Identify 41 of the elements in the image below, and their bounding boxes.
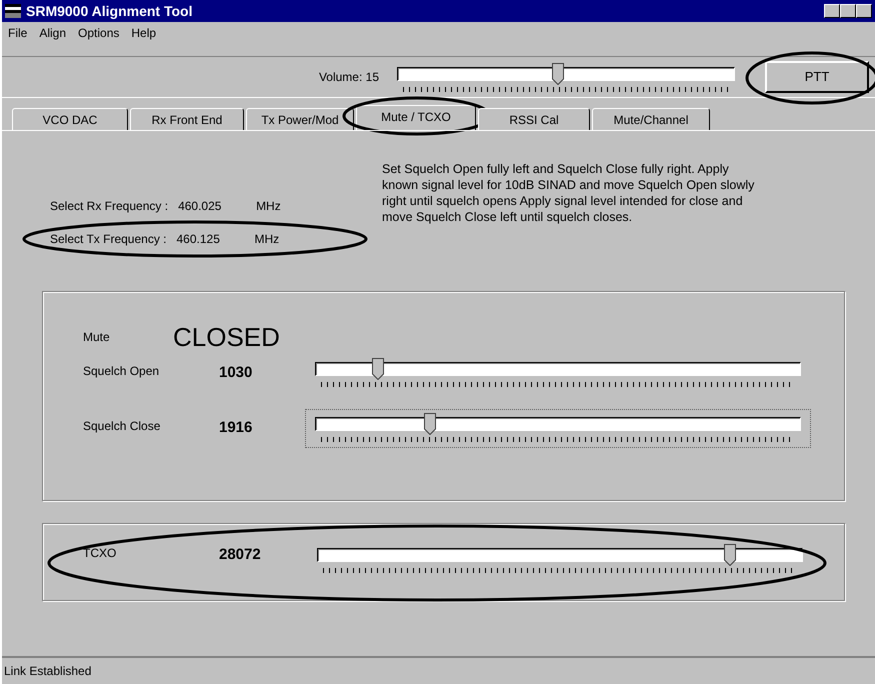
menu-item[interactable]: Help xyxy=(131,24,156,42)
slider-thumb[interactable] xyxy=(424,413,436,435)
instructions-text: Set Squelch Open fully left and Squelch Close fully right. Apply known signal level for 10dB SINAD and move Squelch Open slowly right until squelch opens Apply signal level intended for close and move Squelch Close left until squelch closes. xyxy=(382,161,756,226)
slider-track[interactable] xyxy=(315,358,801,380)
frequency-value: 460.025 xyxy=(178,198,222,214)
minimize-button[interactable] xyxy=(824,4,840,18)
slider-thumb[interactable] xyxy=(552,62,564,84)
tab[interactable]: Mute / TCXO xyxy=(356,105,476,130)
slider-track[interactable] xyxy=(397,62,735,84)
slider-thumb[interactable] xyxy=(372,358,384,380)
mute-status: CLOSED xyxy=(173,320,280,354)
mute-label: Mute xyxy=(83,329,111,346)
frequency-value: 460.125 xyxy=(176,230,221,248)
app-icon xyxy=(5,4,21,18)
ptt-button[interactable]: PTT xyxy=(765,61,869,93)
menu-item[interactable]: File xyxy=(8,24,28,42)
tcxo-label: TCXO xyxy=(83,545,118,562)
volume-label: Volume: 15 xyxy=(318,69,379,86)
squelch-label: Squelch Close xyxy=(83,418,162,435)
squelch-value: 1030 xyxy=(219,363,254,383)
tcxo-value: 28072 xyxy=(219,545,262,565)
slider-thumb[interactable] xyxy=(724,544,736,566)
menu-item[interactable]: Align xyxy=(39,24,66,42)
close-button[interactable] xyxy=(856,4,872,18)
squelch-value: 1916 xyxy=(219,418,254,438)
slider-track[interactable] xyxy=(315,413,801,435)
window-title: SRM9000 Alignment Tool xyxy=(26,2,192,21)
slider-track[interactable] xyxy=(317,544,803,566)
menu-item[interactable]: Options xyxy=(78,24,120,42)
frequency-label: Select Rx Frequency : xyxy=(50,198,168,214)
unit-label: MHz xyxy=(254,230,280,248)
tab[interactable]: Mute/Channel xyxy=(592,108,710,130)
tab[interactable]: Tx Power/Mod xyxy=(246,108,354,130)
tab[interactable]: Rx Front End xyxy=(130,108,244,130)
tab[interactable]: RSSI Cal xyxy=(478,108,590,130)
maximize-button[interactable] xyxy=(840,4,856,18)
tab[interactable]: VCO DAC xyxy=(12,108,128,130)
frequency-label: Select Tx Frequency : xyxy=(50,230,166,248)
squelch-label: Squelch Open xyxy=(83,363,160,380)
unit-label: MHz xyxy=(256,198,281,214)
status-text: Link Established xyxy=(2,656,875,684)
